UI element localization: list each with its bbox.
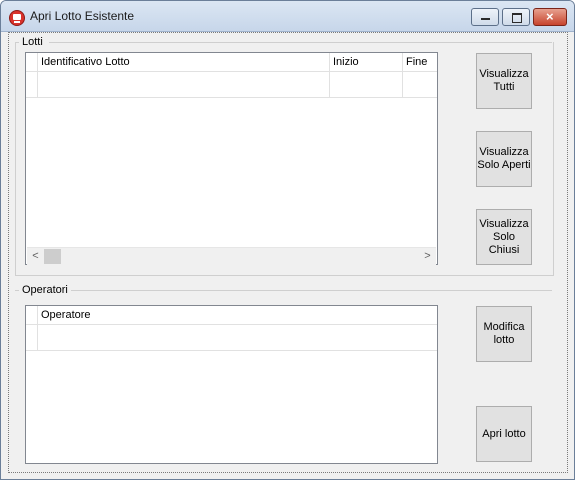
scrollbar-thumb[interactable] [44, 249, 61, 264]
operatori-grid[interactable]: Operatore [25, 305, 438, 464]
visualizza-solo-aperti-button[interactable]: Visualizza Solo Aperti [476, 131, 532, 187]
lotti-grid-header: Identificativo Lotto Inizio Fine [26, 53, 437, 72]
title-bar[interactable]: Apri Lotto Esistente × [1, 1, 574, 32]
visualizza-solo-chiusi-button[interactable]: Visualizza Solo Chiusi [476, 209, 532, 265]
minimize-icon [481, 18, 490, 20]
close-button[interactable]: × [533, 8, 567, 26]
row-divider [26, 97, 437, 98]
minimize-button[interactable] [471, 8, 499, 26]
horizontal-scrollbar[interactable]: < > [27, 247, 436, 265]
app-icon [9, 10, 25, 26]
main-window: Apri Lotto Esistente × Lotti Identificat… [0, 0, 575, 480]
column-divider [329, 71, 330, 97]
maximize-button[interactable] [502, 8, 530, 26]
row-divider [26, 350, 437, 351]
row-header-corner [26, 53, 38, 71]
column-header-identificativo[interactable]: Identificativo Lotto [38, 53, 330, 71]
scroll-left-icon[interactable]: < [27, 248, 44, 265]
lotti-grid[interactable]: Identificativo Lotto Inizio Fine < > [25, 52, 438, 265]
close-icon: × [546, 9, 554, 24]
row-header [26, 71, 38, 97]
group-line [71, 290, 552, 291]
visualizza-tutti-button[interactable]: Visualizza Tutti [476, 53, 532, 109]
scroll-right-icon[interactable]: > [419, 248, 436, 265]
apri-lotto-button[interactable]: Apri lotto [476, 406, 532, 462]
window-title: Apri Lotto Esistente [30, 9, 135, 23]
column-header-operatore[interactable]: Operatore [38, 306, 437, 324]
column-header-fine[interactable]: Fine [403, 53, 437, 71]
column-divider [402, 71, 403, 97]
operatori-grid-header: Operatore [26, 306, 437, 325]
column-header-inizio[interactable]: Inizio [330, 53, 403, 71]
maximize-icon [512, 13, 522, 23]
modifica-lotto-button[interactable]: Modifica lotto [476, 306, 532, 362]
group-line [15, 290, 19, 291]
row-header [26, 324, 38, 350]
row-header-corner [26, 306, 38, 324]
operatori-group-label: Operatori [22, 284, 68, 296]
